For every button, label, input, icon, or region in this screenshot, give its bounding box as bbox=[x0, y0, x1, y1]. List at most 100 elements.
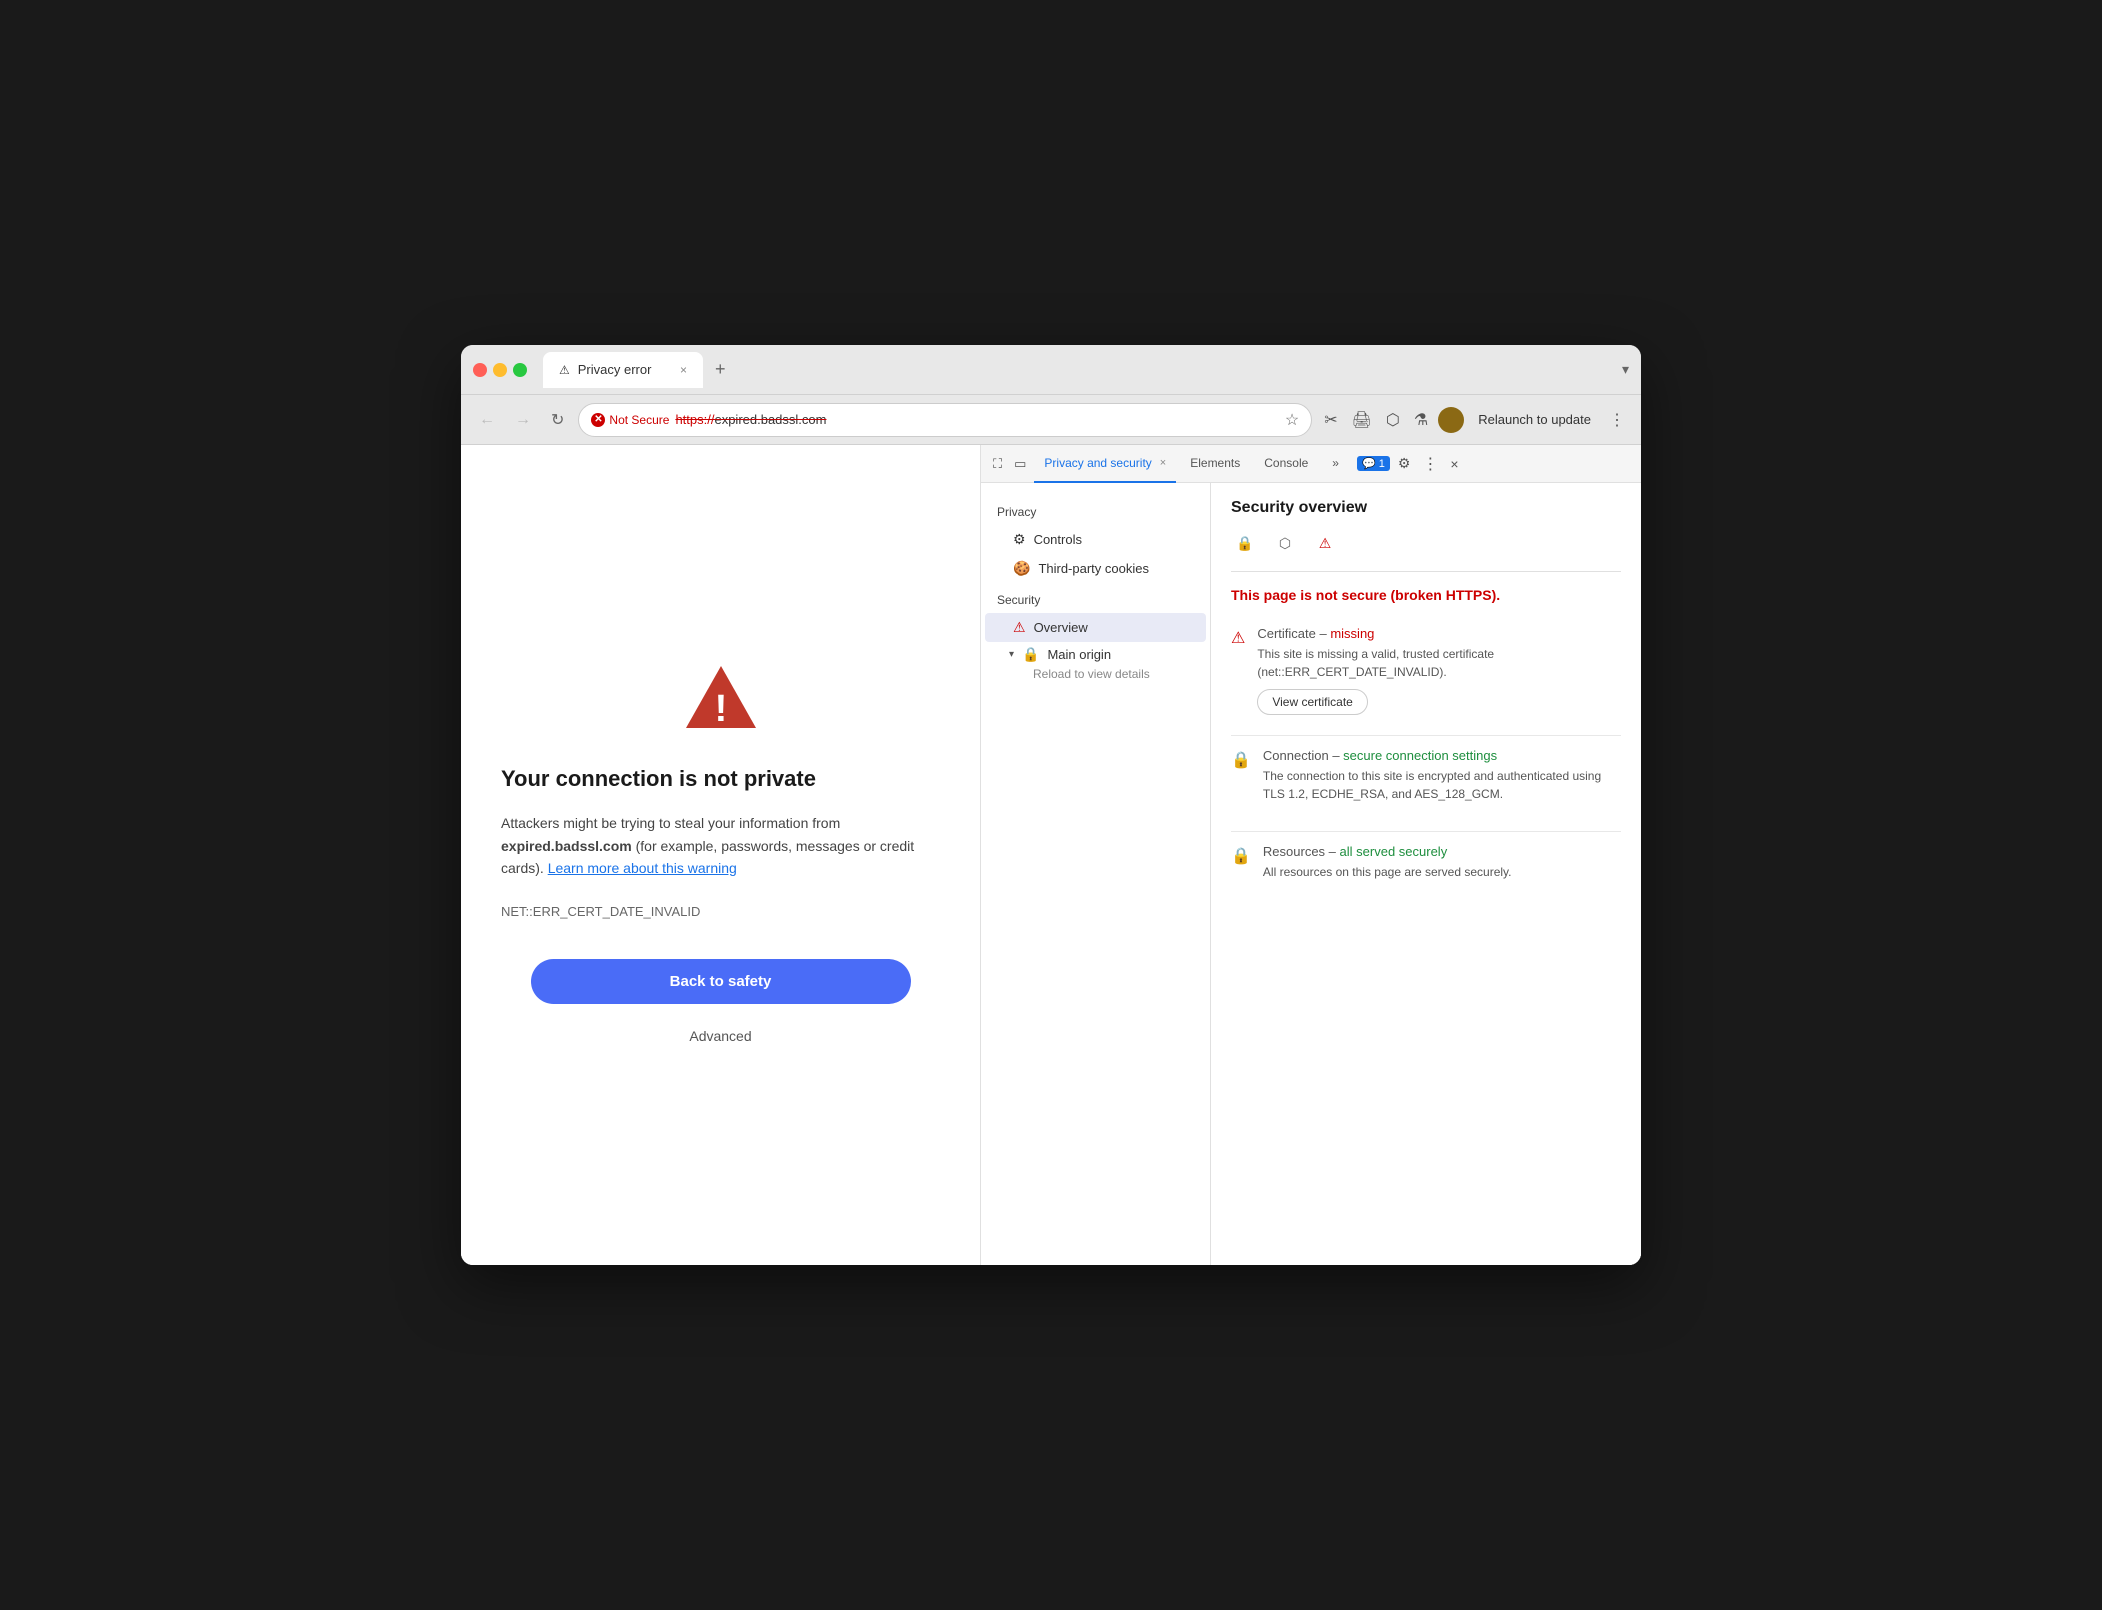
certificate-heading: Certificate – missing bbox=[1257, 626, 1621, 641]
overview-label: Overview bbox=[1034, 620, 1088, 635]
third-party-cookies-item[interactable]: 🍪 Third-party cookies bbox=[985, 554, 1206, 583]
certificate-content: Certificate – missing This site is missi… bbox=[1257, 626, 1621, 715]
back-btn[interactable]: ← bbox=[473, 407, 501, 433]
url-domain: expired.badssl.com bbox=[714, 412, 826, 427]
error-description: Attackers might be trying to steal your … bbox=[501, 812, 940, 879]
certificate-section: ⚠ Certificate – missing This site is mis… bbox=[1231, 626, 1621, 715]
error-page: ! Your connection is not private Attacke… bbox=[461, 445, 981, 1265]
controls-icon: ⚙ bbox=[1013, 531, 1026, 548]
tab-collapse-btn[interactable]: ▾ bbox=[1622, 361, 1629, 378]
third-party-cookies-label: Third-party cookies bbox=[1038, 561, 1149, 576]
new-tab-btn[interactable]: + bbox=[715, 359, 726, 380]
learn-more-link[interactable]: Learn more about this warning bbox=[548, 860, 737, 876]
resources-desc: All resources on this page are served se… bbox=[1263, 863, 1621, 881]
security-sidebar: Privacy ⚙ Controls 🍪 Third-party cookies… bbox=[981, 483, 1211, 1265]
back-to-safety-btn[interactable]: Back to safety bbox=[531, 959, 911, 1004]
connection-section: 🔒 Connection – secure connection setting… bbox=[1231, 748, 1621, 811]
view-certificate-btn[interactable]: View certificate bbox=[1257, 689, 1367, 715]
devtools-panel: ⛶ ▭ Privacy and security × Elements Cons… bbox=[981, 445, 1641, 1265]
resources-section: 🔒 Resources – all served securely All re… bbox=[1231, 844, 1621, 889]
cert-warning-icon: ⚠ bbox=[1231, 628, 1245, 715]
browser-tab[interactable]: ⚠ Privacy error × bbox=[543, 352, 703, 388]
profile-avatar[interactable] bbox=[1438, 407, 1464, 433]
scissors-icon[interactable]: ✂ bbox=[1320, 406, 1341, 434]
connection-lock-icon: 🔒 bbox=[1231, 750, 1251, 811]
connection-content: Connection – secure connection settings … bbox=[1263, 748, 1621, 811]
devtools-more-icon[interactable]: ⋮ bbox=[1418, 450, 1442, 478]
maximize-traffic-light[interactable] bbox=[513, 363, 527, 377]
tab-privacy-security-close[interactable]: × bbox=[1160, 457, 1166, 469]
lock-icon: 🔒 bbox=[1022, 646, 1039, 663]
controls-item[interactable]: ⚙ Controls bbox=[985, 525, 1206, 554]
minimize-traffic-light[interactable] bbox=[493, 363, 507, 377]
tab-more[interactable]: » bbox=[1322, 445, 1349, 483]
content-area: ! Your connection is not private Attacke… bbox=[461, 445, 1641, 1265]
overview-title: Security overview bbox=[1231, 499, 1621, 517]
issues-badge[interactable]: 💬 1 bbox=[1357, 456, 1390, 471]
collapse-icon: ▾ bbox=[1009, 649, 1014, 660]
error-title: Your connection is not private bbox=[501, 766, 940, 792]
warning-triangle-icon: ! bbox=[681, 658, 761, 738]
devtools-responsive-icon[interactable]: ▭ bbox=[1010, 452, 1030, 476]
shield-overview-icon[interactable]: ⬡ bbox=[1271, 529, 1299, 557]
resources-row: 🔒 Resources – all served securely All re… bbox=[1231, 844, 1621, 889]
toolbar: ← → ↻ ✕ Not Secure https://expired.badss… bbox=[461, 395, 1641, 445]
resources-content: Resources – all served securely All reso… bbox=[1263, 844, 1621, 889]
advanced-btn[interactable]: Advanced bbox=[681, 1020, 759, 1052]
error-domain: expired.badssl.com bbox=[501, 838, 632, 854]
page-status: This page is not secure (broken HTTPS). bbox=[1231, 586, 1621, 606]
not-secure-badge: ✕ Not Secure bbox=[591, 413, 669, 427]
svg-text:!: ! bbox=[714, 688, 727, 730]
bookmark-icon[interactable]: ☆ bbox=[1285, 410, 1299, 430]
forward-btn[interactable]: → bbox=[509, 407, 537, 433]
overview-icons: 🔒 ⬡ ⚠ bbox=[1231, 529, 1621, 572]
resources-status: all served securely bbox=[1340, 844, 1448, 859]
flask-icon[interactable]: ⚗ bbox=[1410, 406, 1432, 434]
tab-privacy-security[interactable]: Privacy and security × bbox=[1034, 445, 1176, 483]
security-section-title: Security bbox=[981, 587, 1210, 613]
back-icon: ← bbox=[479, 411, 495, 429]
tab-favicon: ⚠ bbox=[559, 363, 570, 377]
certificate-status: missing bbox=[1330, 626, 1374, 641]
title-bar: ⚠ Privacy error × + ▾ bbox=[461, 345, 1641, 395]
devtools-close-icon[interactable]: × bbox=[1446, 452, 1462, 476]
devtools-body: Privacy ⚙ Controls 🍪 Third-party cookies… bbox=[981, 483, 1641, 1265]
tab-console-label: Console bbox=[1264, 456, 1308, 470]
certificate-desc: This site is missing a valid, trusted ce… bbox=[1257, 645, 1621, 681]
main-origin-label: Main origin bbox=[1047, 647, 1111, 662]
error-code: NET::ERR_CERT_DATE_INVALID bbox=[501, 904, 940, 919]
devtools-device-icon[interactable]: ⛶ bbox=[989, 452, 1006, 476]
url-display: https://expired.badssl.com bbox=[675, 412, 826, 427]
lock-overview-icon[interactable]: 🔒 bbox=[1231, 529, 1259, 557]
warning-overview-icon[interactable]: ⚠ bbox=[1311, 529, 1339, 557]
devtools-tabbar: ⛶ ▭ Privacy and security × Elements Cons… bbox=[981, 445, 1641, 483]
main-origin-item[interactable]: ▾ 🔒 Main origin Reload to view details bbox=[981, 642, 1210, 685]
more-menu-icon[interactable]: ⋮ bbox=[1605, 406, 1629, 434]
resources-lock-icon: 🔒 bbox=[1231, 846, 1251, 889]
tab-close-btn[interactable]: × bbox=[680, 363, 687, 377]
devtools-settings-icon[interactable]: ⚙ bbox=[1394, 451, 1415, 476]
divider-1 bbox=[1231, 735, 1621, 736]
close-traffic-light[interactable] bbox=[473, 363, 487, 377]
reload-btn[interactable]: ↻ bbox=[545, 406, 570, 434]
privacy-section-title: Privacy bbox=[981, 499, 1210, 525]
controls-label: Controls bbox=[1034, 532, 1082, 547]
printer-icon[interactable]: 🖨 bbox=[1348, 406, 1376, 434]
connection-row: 🔒 Connection – secure connection setting… bbox=[1231, 748, 1621, 811]
tab-console[interactable]: Console bbox=[1254, 445, 1318, 483]
tab-elements-label: Elements bbox=[1190, 456, 1240, 470]
traffic-lights bbox=[473, 363, 527, 377]
reload-icon: ↻ bbox=[551, 410, 564, 430]
divider-2 bbox=[1231, 831, 1621, 832]
cast-icon[interactable]: ⬡ bbox=[1382, 406, 1404, 434]
certificate-row: ⚠ Certificate – missing This site is mis… bbox=[1231, 626, 1621, 715]
toolbar-icons: ✂ 🖨 ⬡ ⚗ Relaunch to update ⋮ bbox=[1320, 406, 1629, 434]
main-origin-header: ▾ 🔒 Main origin bbox=[1009, 646, 1194, 663]
relaunch-btn[interactable]: Relaunch to update bbox=[1470, 408, 1599, 431]
cookies-icon: 🍪 bbox=[1013, 560, 1030, 577]
tab-elements[interactable]: Elements bbox=[1180, 445, 1250, 483]
overview-item[interactable]: ⚠ Overview bbox=[985, 613, 1206, 642]
more-tabs-icon: » bbox=[1332, 456, 1339, 470]
browser-window: ⚠ Privacy error × + ▾ ← → ↻ ✕ Not Secure… bbox=[461, 345, 1641, 1265]
address-bar[interactable]: ✕ Not Secure https://expired.badssl.com … bbox=[578, 403, 1312, 437]
